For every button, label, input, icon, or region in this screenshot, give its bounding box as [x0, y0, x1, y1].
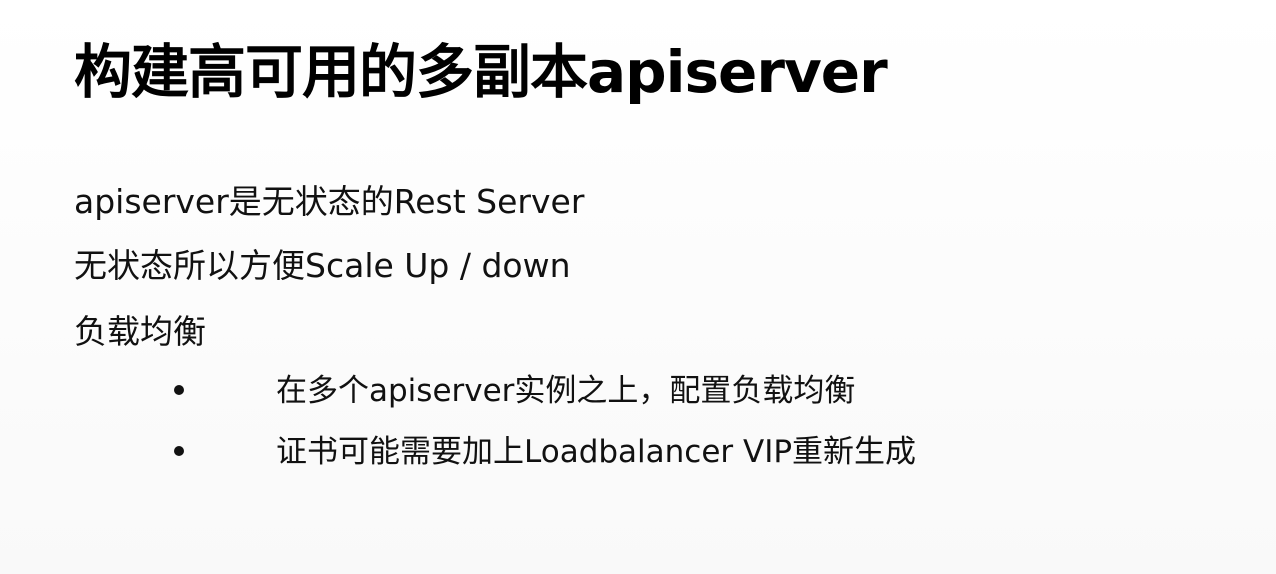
bullet-dot-icon [174, 385, 184, 395]
bullet-text: 证书可能需要加上Loadbalancer VIP重新生成 [276, 434, 917, 470]
body-line-scale-up-down: 无状态所以方便Scale Up / down [74, 246, 571, 285]
slide-title: 构建高可用的多副本apiserver [74, 38, 888, 106]
bullet-text: 在多个apiserver实例之上，配置负载均衡 [276, 373, 856, 409]
body-line-load-balancing: 负载均衡 [74, 312, 206, 351]
slide: 构建高可用的多副本apiserver apiserver是无状态的Rest Se… [0, 0, 1276, 574]
body-line-stateless-rest-server: apiserver是无状态的Rest Server [74, 182, 585, 221]
bullet-dot-icon [174, 446, 184, 456]
